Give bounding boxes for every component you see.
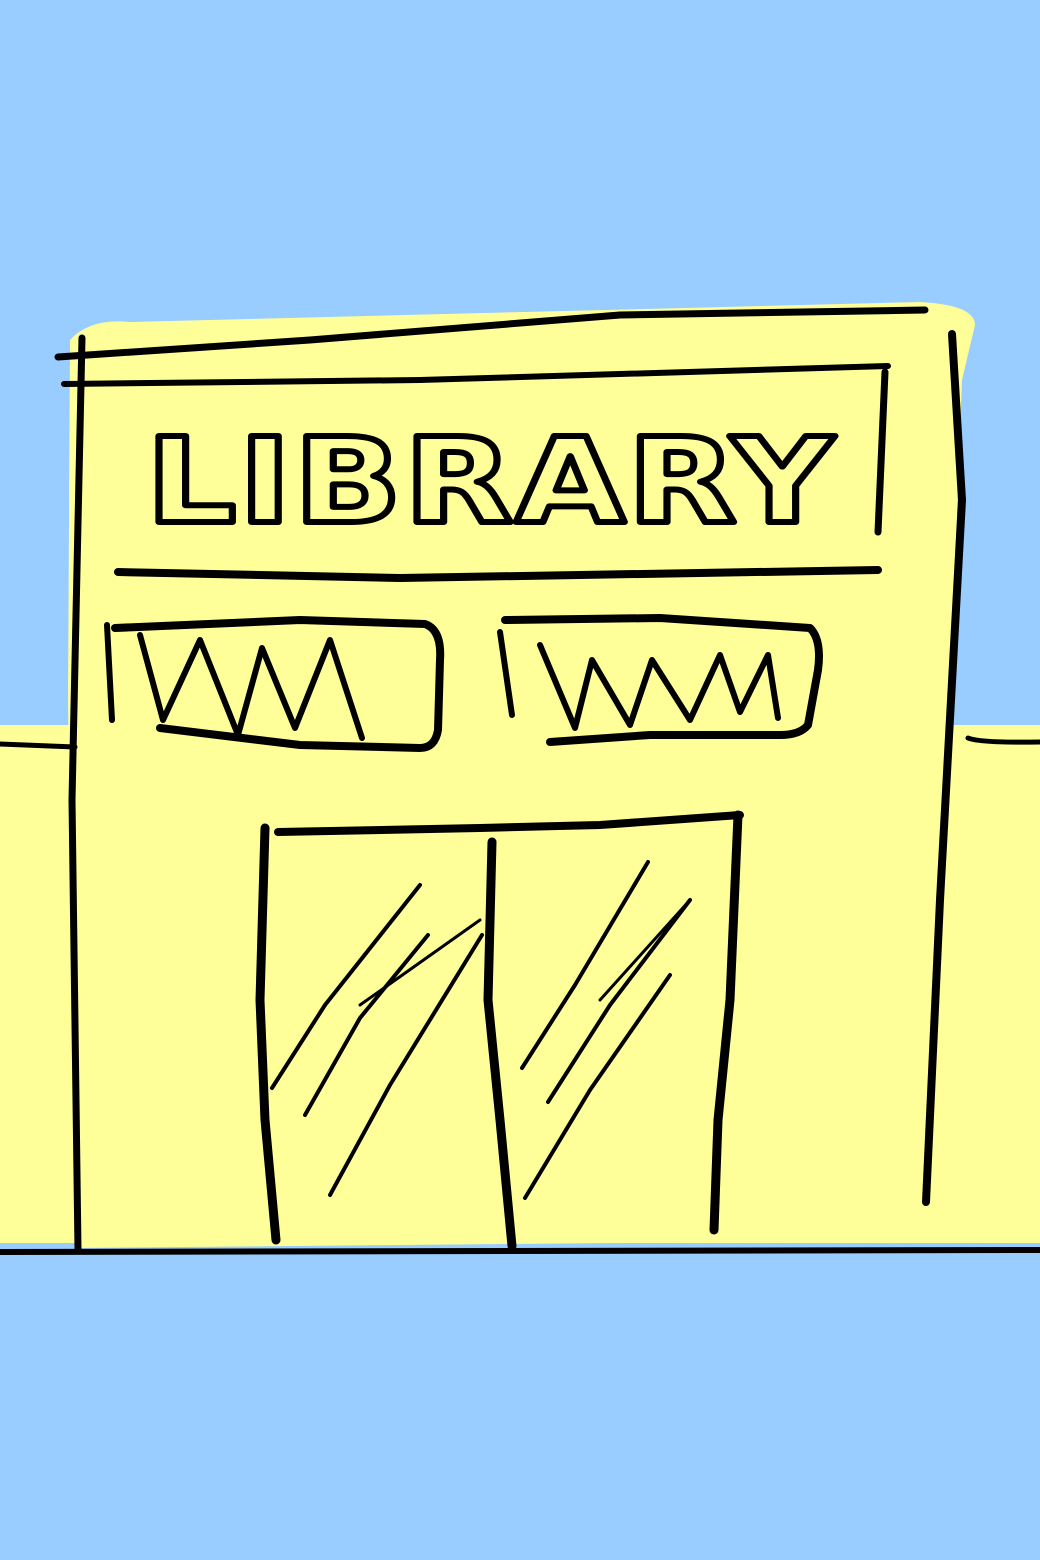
ground-line: [0, 1247, 1040, 1255]
library-drawing: LIBRARY: [0, 0, 1040, 1560]
drawing-canvas: LIBRARY: [0, 0, 1040, 1560]
sign-text: LIBRARY: [146, 412, 836, 550]
left-step-line: [0, 741, 78, 750]
